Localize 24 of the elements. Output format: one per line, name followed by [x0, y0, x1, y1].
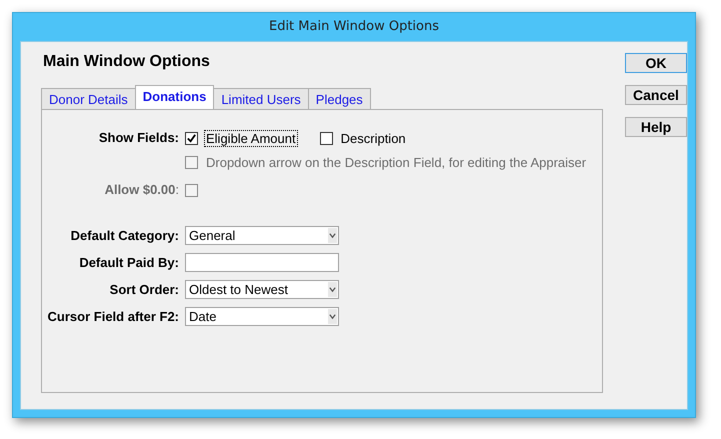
checkbox[interactable] — [320, 132, 333, 145]
checkbox-label: Eligible Amount — [204, 130, 298, 147]
tab[interactable]: Donations — [134, 85, 214, 109]
dialog-button[interactable]: Cancel — [625, 85, 687, 105]
tab[interactable]: Donor Details — [41, 88, 136, 109]
field-label: Allow $0.00: — [104, 182, 179, 198]
tab[interactable]: Pledges — [308, 88, 371, 109]
window-title: Edit Main Window Options — [268, 18, 440, 36]
checkbox[interactable] — [185, 132, 198, 145]
dialog-button[interactable]: Help — [625, 117, 687, 137]
field-label: Default Category: — [70, 228, 179, 243]
field-label: Default Paid By: — [78, 255, 179, 270]
dropdown[interactable]: Date — [185, 307, 339, 326]
tab[interactable]: Limited Users — [213, 88, 309, 109]
checkbox-label: Description — [340, 130, 407, 147]
input-field[interactable] — [185, 253, 339, 272]
field-label: Sort Order: — [108, 282, 179, 297]
dialog-button[interactable]: OK — [625, 53, 687, 73]
field-label: Cursor Field after F2: — [46, 309, 179, 324]
checkbox-label: Dropdown arrow on the Description Field, for editing the Appraiser — [205, 154, 588, 171]
dropdown[interactable]: Oldest to Newest — [185, 280, 339, 299]
section-heading: Main Window Options — [43, 53, 211, 72]
dropdown[interactable]: General — [185, 226, 339, 245]
field-label: Show Fields: — [98, 130, 179, 145]
